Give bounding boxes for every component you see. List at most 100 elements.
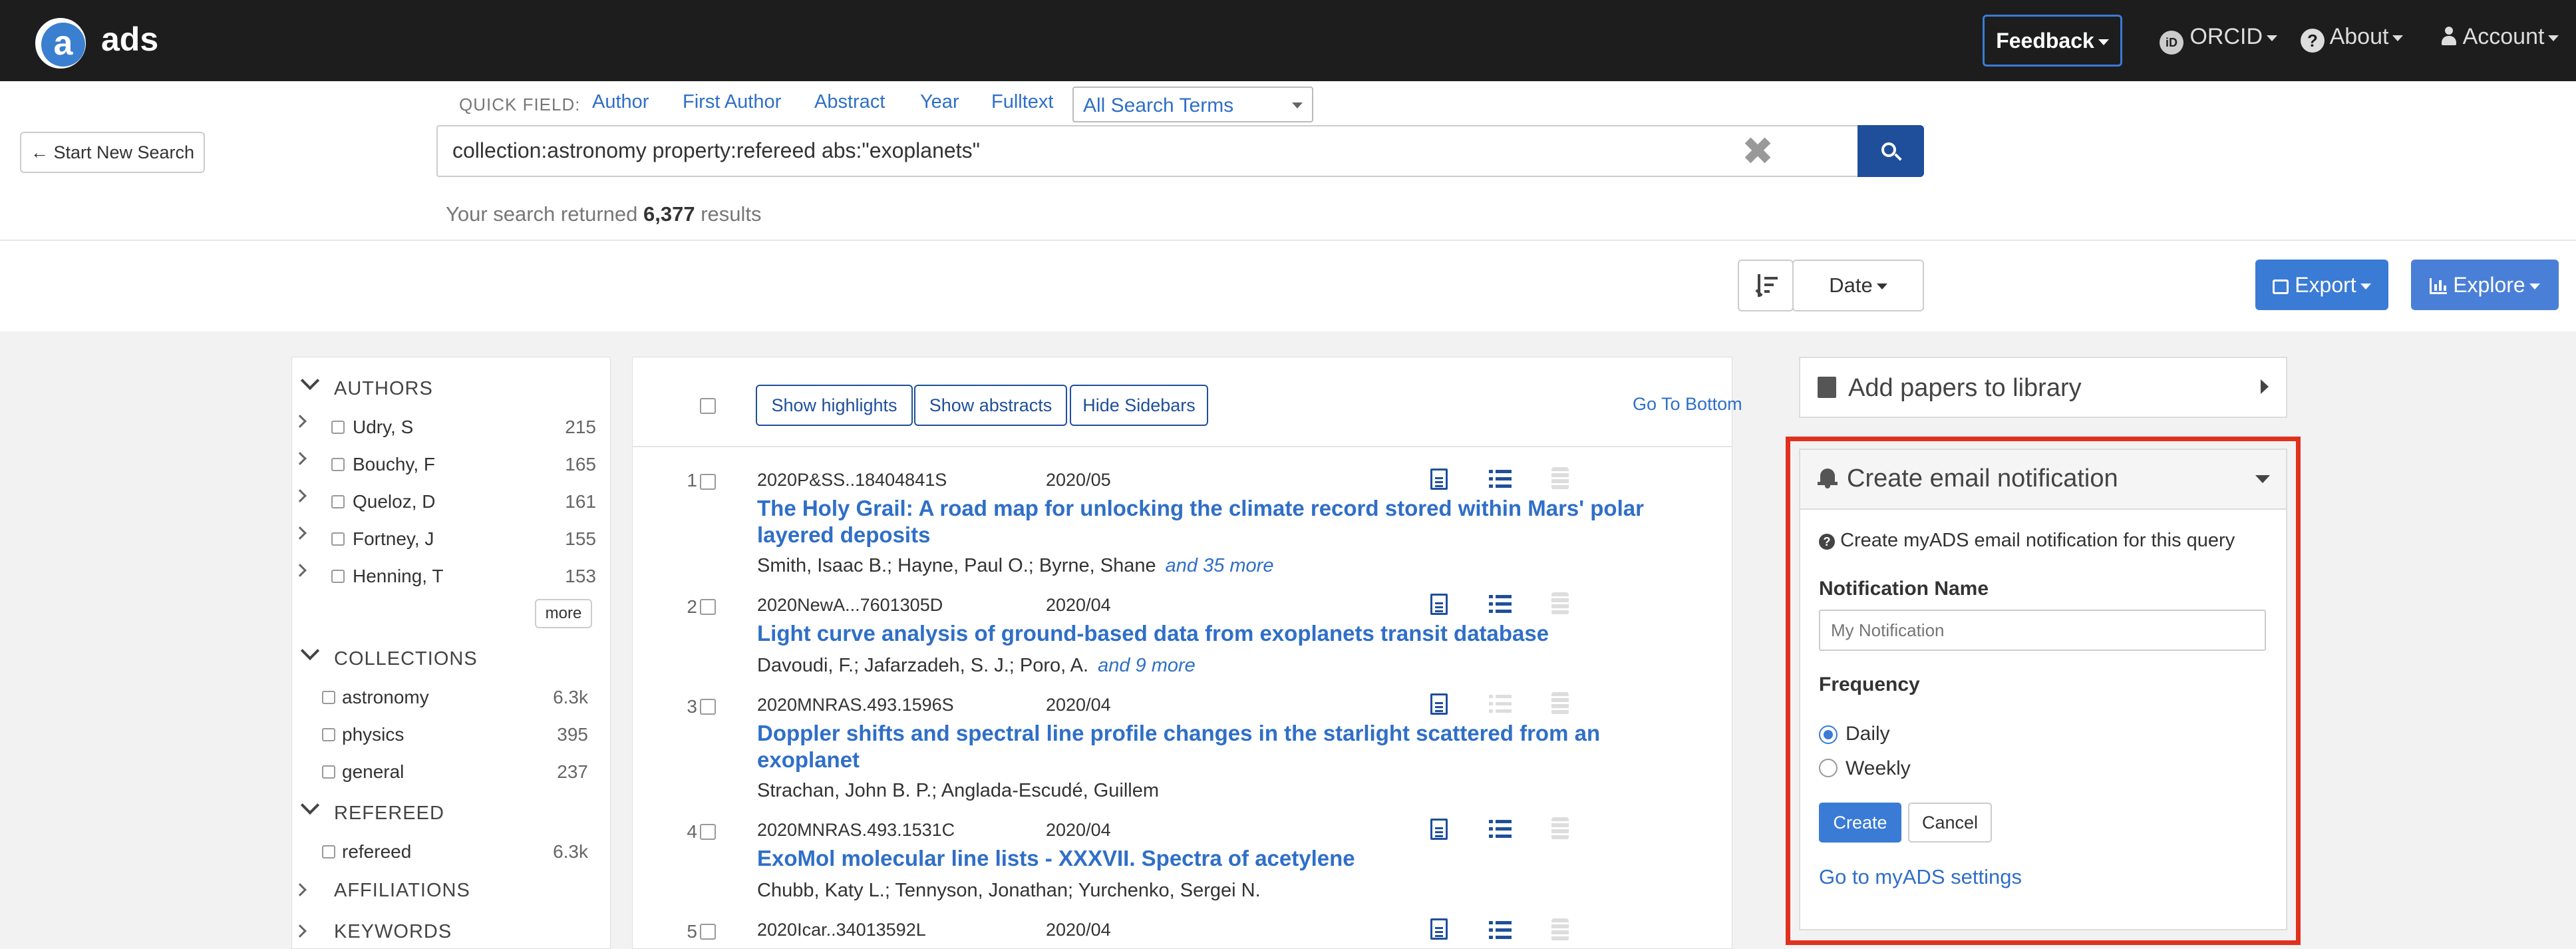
feedback-button[interactable]: Feedback (1983, 15, 2122, 67)
result-number: 5 (687, 921, 697, 942)
chevron-down-icon (2360, 284, 2371, 290)
result-checkbox[interactable] (700, 474, 716, 490)
facet-refereed-title[interactable]: REFEREED (334, 803, 444, 825)
facet-author-name[interactable]: Henning, T (353, 566, 443, 587)
author-checkbox[interactable] (331, 458, 345, 471)
full-text-icon[interactable] (1430, 819, 1448, 840)
orcid-label: ORCID (2189, 24, 2263, 49)
collection-checkbox[interactable] (322, 728, 335, 741)
result-checkbox[interactable] (700, 599, 716, 615)
full-text-icon[interactable] (1430, 693, 1448, 715)
chevron-down-icon (1876, 284, 1887, 290)
full-text-icon[interactable] (1430, 469, 1448, 490)
facet-collection-name[interactable]: general (342, 761, 404, 783)
facet-author-name[interactable]: Fortney, J (353, 528, 434, 550)
result-title-line[interactable]: Light curve analysis of ground-based dat… (757, 620, 1689, 647)
facet-collections-title[interactable]: COLLECTIONS (334, 648, 478, 670)
hide-sidebars-button[interactable]: Hide Sidebars (1070, 385, 1208, 426)
show-abstracts-button[interactable]: Show abstracts (914, 385, 1067, 426)
result-title[interactable]: Doppler shifts and spectral line profile… (757, 720, 1689, 773)
brand-name[interactable]: ads (101, 20, 158, 59)
result-checkbox[interactable] (700, 699, 716, 715)
facet-author-name[interactable]: Bouchy, F (353, 454, 435, 475)
account-menu[interactable]: Account (2440, 24, 2559, 50)
sort-field-dropdown[interactable]: Date (1792, 260, 1924, 311)
references-list-icon[interactable] (1489, 470, 1512, 488)
select-all-checkbox[interactable] (700, 398, 716, 414)
result-more-authors-link[interactable]: and 9 more (1098, 655, 1196, 676)
clear-search-icon[interactable]: ✖ (1739, 132, 1776, 171)
export-button[interactable]: Export (2255, 260, 2388, 310)
go-to-bottom-link[interactable]: Go To Bottom (1633, 394, 1742, 415)
result-title-line[interactable]: The Holy Grail: A road map for unlocking… (757, 495, 1689, 522)
facet-keywords-title[interactable]: KEYWORDS (334, 921, 452, 943)
facet-author-name[interactable]: Udry, S (353, 417, 413, 438)
result-authors-text: Strachan, John B. P.; Anglada-Escudé, Gu… (757, 780, 1159, 801)
results-count-text: Your search returned 6,377 results (446, 202, 762, 226)
references-list-icon[interactable] (1489, 595, 1512, 614)
chevron-down-icon (2098, 39, 2109, 46)
result-title-line[interactable]: layered deposits (757, 522, 1689, 548)
collection-checkbox[interactable] (322, 691, 335, 704)
sort-field-label: Date (1829, 274, 1873, 297)
all-search-terms-select[interactable]: All Search Terms (1072, 87, 1313, 122)
facet-collection-name[interactable]: astronomy (342, 687, 429, 708)
sort-direction-button[interactable] (1738, 260, 1794, 311)
facet-refereed-name[interactable]: refereed (342, 841, 411, 862)
result-checkbox[interactable] (700, 824, 716, 840)
collection-checkbox[interactable] (322, 765, 335, 779)
result-title[interactable]: Light curve analysis of ground-based dat… (757, 620, 1689, 647)
results-count: 6,377 (643, 202, 695, 226)
book-icon (1818, 377, 1836, 398)
quick-field-author[interactable]: Author (592, 91, 649, 113)
quick-field-fulltext[interactable]: Fulltext (991, 91, 1053, 113)
chevron-down-icon (2529, 284, 2540, 290)
quick-field-year[interactable]: Year (920, 91, 959, 113)
facet-author-name[interactable]: Queloz, D (353, 491, 436, 512)
arrow-left-icon: ← (30, 142, 49, 162)
result-checkbox[interactable] (700, 924, 716, 940)
references-list-icon[interactable] (1489, 921, 1512, 940)
search-button[interactable] (1857, 125, 1924, 177)
search-icon-handle (1894, 153, 1902, 161)
facet-collection-count: 395 (557, 724, 588, 745)
result-number: 1 (687, 470, 697, 490)
about-menu[interactable]: ? About (2301, 24, 2404, 53)
facet-collection-name[interactable]: physics (342, 724, 404, 745)
refereed-checkbox[interactable] (322, 845, 335, 858)
result-bibcode: 2020P&SS..18404841S (757, 470, 947, 490)
start-new-search-label: Start New Search (53, 142, 195, 162)
result-title[interactable]: ExoMol molecular line lists - XXXVII. Sp… (757, 845, 1689, 872)
add-to-library-title: Add papers to library (1848, 374, 2082, 402)
author-checkbox[interactable] (331, 570, 345, 583)
full-text-icon[interactable] (1430, 918, 1448, 940)
author-checkbox[interactable] (331, 421, 345, 434)
show-highlights-button[interactable]: Show highlights (756, 385, 913, 426)
facet-more-button[interactable]: more (535, 599, 592, 628)
full-text-icon[interactable] (1430, 594, 1448, 615)
orcid-menu[interactable]: iD ORCID (2160, 24, 2278, 55)
result-more-authors-link[interactable]: and 35 more (1166, 555, 1274, 576)
start-new-search-button[interactable]: ← Start New Search (20, 132, 205, 173)
references-list-icon[interactable] (1489, 820, 1512, 839)
result-title-line[interactable]: ExoMol molecular line lists - XXXVII. Sp… (757, 845, 1689, 872)
result-title-line[interactable]: Doppler shifts and spectral line profile… (757, 720, 1689, 747)
search-query-input[interactable]: collection:astronomy property:refereed a… (436, 125, 1857, 177)
facet-affiliations-title[interactable]: AFFILIATIONS (334, 880, 470, 902)
data-products-icon (1551, 918, 1569, 941)
data-products-icon (1551, 692, 1569, 715)
facet-refereed-count: 6.3k (553, 841, 588, 862)
result-title-line[interactable]: exoplanet (757, 747, 1689, 773)
export-label: Export (2295, 273, 2356, 297)
facet-collection-count: 237 (557, 761, 588, 782)
result-title[interactable]: The Holy Grail: A road map for unlocking… (757, 495, 1689, 548)
quick-field-label: QUICK FIELD: (459, 95, 581, 114)
author-checkbox[interactable] (331, 532, 345, 546)
sort-toolbar (0, 240, 2576, 331)
explore-button[interactable]: Explore (2411, 260, 2559, 310)
author-checkbox[interactable] (331, 495, 345, 508)
quick-field-abstract[interactable]: Abstract (814, 91, 885, 113)
facet-authors-title[interactable]: AUTHORS (334, 378, 433, 400)
add-to-library-panel[interactable]: Add papers to library (1799, 357, 2287, 418)
quick-field-first-author[interactable]: First Author (683, 91, 781, 113)
